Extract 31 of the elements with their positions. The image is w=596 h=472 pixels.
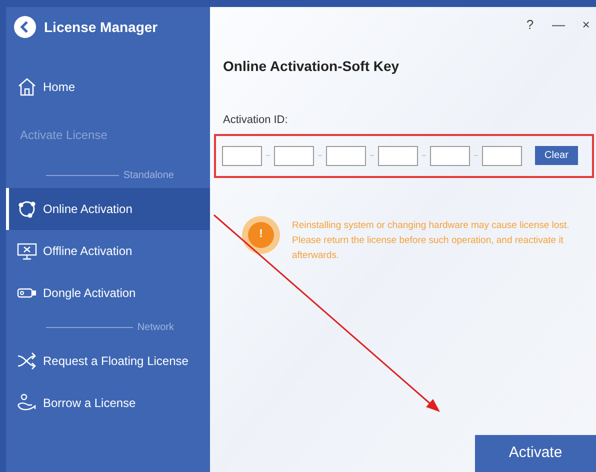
page-title: Online Activation-Soft Key [223, 57, 400, 76]
sidebar-item[interactable]: Borrow a License [6, 382, 210, 424]
input-field[interactable] [326, 146, 366, 166]
input-field[interactable] [274, 146, 314, 166]
home-icon [17, 77, 37, 97]
input-field[interactable] [378, 146, 418, 166]
activate-button[interactable]: Activate [475, 435, 596, 472]
monitor-icon [17, 241, 37, 261]
shuffle-icon [17, 351, 37, 371]
app-title: License Manager [44, 18, 158, 37]
back-icon[interactable] [14, 16, 36, 38]
sidebar-item[interactable]: Home [6, 66, 210, 108]
network-icon [17, 199, 37, 219]
input-field[interactable] [482, 146, 522, 166]
input-field[interactable] [222, 146, 262, 166]
warning-icon: ! [242, 216, 280, 254]
minimize-button[interactable]: — [552, 15, 564, 34]
sidebar-item[interactable]: Online Activation [6, 188, 210, 230]
sidebar-item[interactable]: Offline Activation [6, 230, 210, 272]
hand-icon [17, 393, 37, 413]
group-label: Network [137, 320, 174, 334]
input-field[interactable] [430, 146, 470, 166]
clear-button[interactable]: Clear [535, 146, 578, 165]
help-button[interactable]: ? [524, 15, 536, 34]
sidebar-item[interactable]: Request a Floating License [6, 340, 210, 382]
warning-message: Reinstalling system or changing hardware may cause license lost. Please return the license before such operation, and reactivate it afterwards. [292, 218, 570, 262]
sidebar-item[interactable]: Dongle Activation [6, 272, 210, 314]
field-label: Activation ID: [223, 113, 288, 128]
section-heading: Activate License [20, 127, 108, 144]
close-button[interactable]: × [580, 15, 592, 34]
group-label: Standalone [123, 168, 174, 182]
